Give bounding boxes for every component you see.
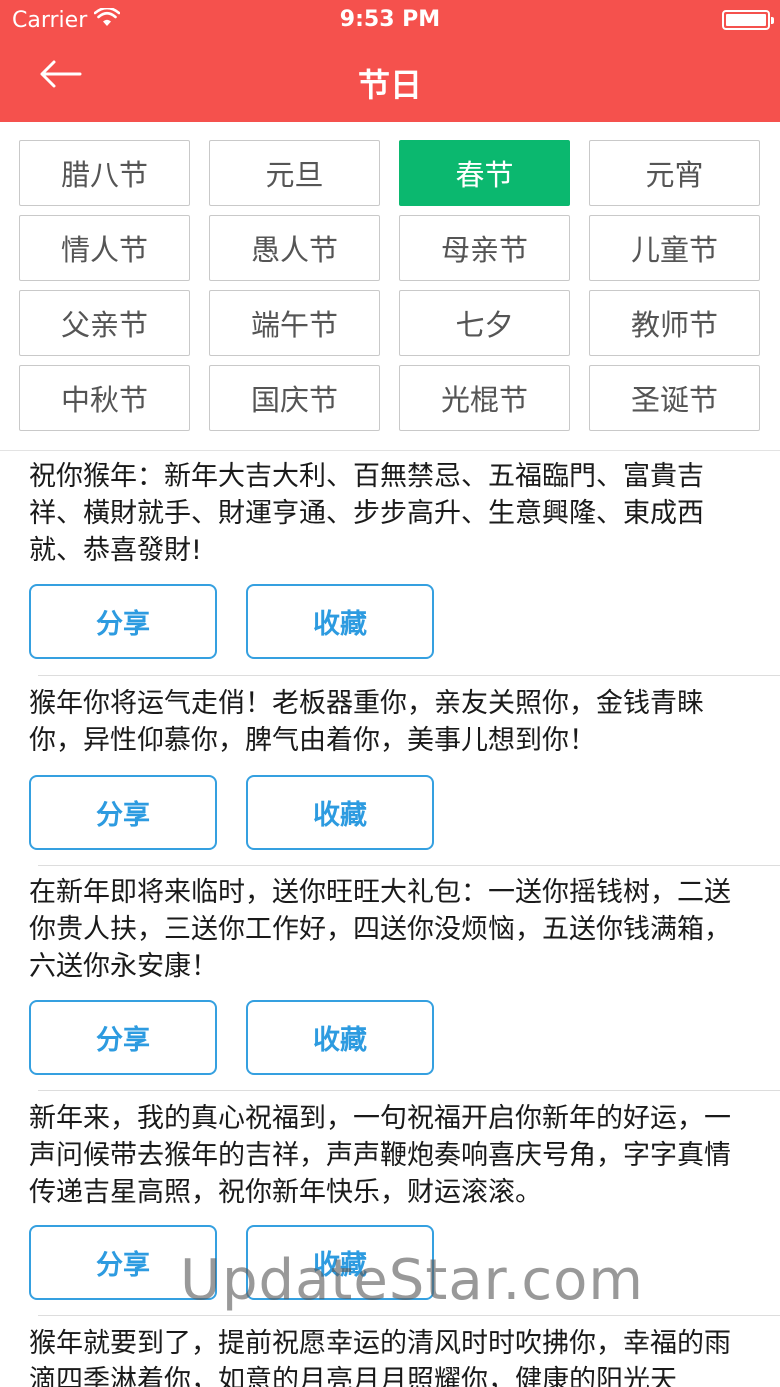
holiday-grid: 腊八节 元旦 春节 元宵 情人节 愚人节 母亲节 儿童节 父亲节 端午节 七夕 … [19,140,761,432]
message-text: 猴年就要到了，提前祝愿幸运的清风时时吹拂你，幸福的雨滴四季淋着你，如意的月亮月月… [29,1328,731,1387]
holiday-button[interactable]: 愚人节 [209,215,380,281]
holiday-button[interactable]: 儿童节 [589,215,760,281]
message-divider [38,865,780,866]
holiday-button[interactable]: 国庆节 [209,365,380,431]
holiday-button[interactable]: 父亲节 [19,290,190,356]
share-button[interactable]: 分享 [29,775,217,850]
holiday-button[interactable]: 元宵 [589,140,760,206]
holiday-button-selected[interactable]: 春节 [399,140,570,206]
battery-icon [722,10,774,30]
message-text: 祝你猴年：新年大吉大利、百無禁忌、五福臨門、富貴吉祥、橫財就手、財運亨通、步步高… [29,461,704,566]
favorite-button[interactable]: 收藏 [246,1000,434,1075]
message-divider [38,1315,780,1316]
watermark: UpdateStar.com [180,1248,644,1313]
holiday-button[interactable]: 中秋节 [19,365,190,431]
message-divider [38,1090,780,1091]
holiday-button[interactable]: 情人节 [19,215,190,281]
share-button[interactable]: 分享 [29,1000,217,1075]
share-button[interactable]: 分享 [29,584,217,659]
grid-divider [0,450,780,451]
holiday-button[interactable]: 端午节 [209,290,380,356]
holiday-button[interactable]: 光棍节 [399,365,570,431]
status-time: 9:53 PM [339,7,441,32]
message-text: 猴年你将运气走俏！老板器重你，亲友关照你，金钱青睐你，异性仰慕你，脾气由着你，美… [29,688,704,756]
holiday-button[interactable]: 七夕 [399,290,570,356]
page-title: 节日 [357,66,422,104]
favorite-button[interactable]: 收藏 [246,775,434,850]
holiday-button[interactable]: 圣诞节 [589,365,760,431]
holiday-button[interactable]: 教师节 [589,290,760,356]
message-text: 在新年即将来临时，送你旺旺大礼包：一送你摇钱树，二送你贵人扶，三送你工作好，四送… [29,877,731,982]
holiday-button[interactable]: 母亲节 [399,215,570,281]
status-bar: Carrier 9:53 PM [0,0,780,40]
holiday-button[interactable]: 元旦 [209,140,380,206]
nav-bar: Carrier 9:53 PM 节日 [0,0,780,122]
holiday-button[interactable]: 腊八节 [19,140,190,206]
message-divider [38,675,780,676]
message-text: 新年来，我的真心祝福到，一句祝福开启你新年的好运，一声问候带去猴年的吉祥，声声鞭… [29,1103,731,1208]
favorite-button[interactable]: 收藏 [246,584,434,659]
